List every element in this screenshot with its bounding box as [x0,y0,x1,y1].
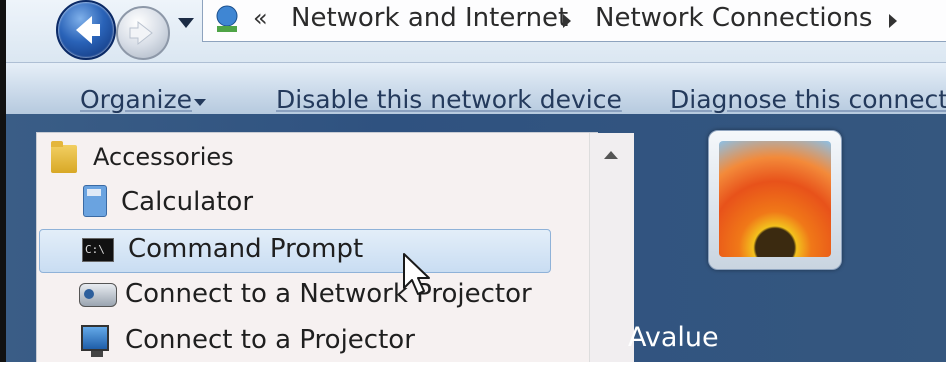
list-item-label: Connect to a Network Projector [125,279,532,309]
organize-button[interactable]: Organize [80,85,192,114]
command-bar: Organize Disable this network device Dia… [6,62,946,117]
back-button[interactable] [56,0,116,60]
breadcrumb[interactable]: « Network and Internet Network Connectio… [202,0,946,42]
user-name-link[interactable]: Avalue [628,322,719,353]
disable-network-device-button[interactable]: Disable this network device [276,85,622,114]
list-item-label: Command Prompt [128,234,364,264]
avatar [719,141,831,257]
list-item-label: Calculator [121,187,254,217]
breadcrumb-network-and-internet[interactable]: Network and Internet [291,3,568,33]
chevron-down-icon[interactable] [194,99,206,106]
breadcrumb-overflow-icon[interactable]: « [253,4,268,32]
chevron-right-icon[interactable] [563,14,571,28]
arrow-right-icon [129,20,153,46]
scroll-up-icon[interactable] [604,151,618,159]
calculator-icon [83,185,107,217]
address-bar-area: « Network and Internet Network Connectio… [6,0,946,62]
projector-icon [81,325,109,357]
diagnose-connection-button[interactable]: Diagnose this connecti [670,85,946,114]
recent-pages-dropdown[interactable] [178,18,194,28]
photo-border [0,362,946,368]
arrow-left-icon [76,16,100,44]
forward-button[interactable] [116,6,170,60]
folder-icon [51,141,77,173]
network-icon [216,5,238,32]
command-prompt-icon: C:\ [82,238,114,262]
list-item-command-prompt[interactable]: C:\ Command Prompt [39,229,551,273]
mouse-cursor-icon [403,253,430,295]
list-item-label: Connect to a Projector [125,325,415,355]
programs-list: Accessories Calculator C:\ Command Promp… [36,132,634,368]
list-item-label: Accessories [93,143,234,171]
network-projector-icon [79,283,117,307]
screen-bezel [0,0,6,368]
chevron-right-icon[interactable] [889,14,897,28]
photo-frame: « Network and Internet Network Connectio… [0,0,946,368]
breadcrumb-network-connections[interactable]: Network Connections [595,3,872,33]
user-picture[interactable] [708,130,842,270]
